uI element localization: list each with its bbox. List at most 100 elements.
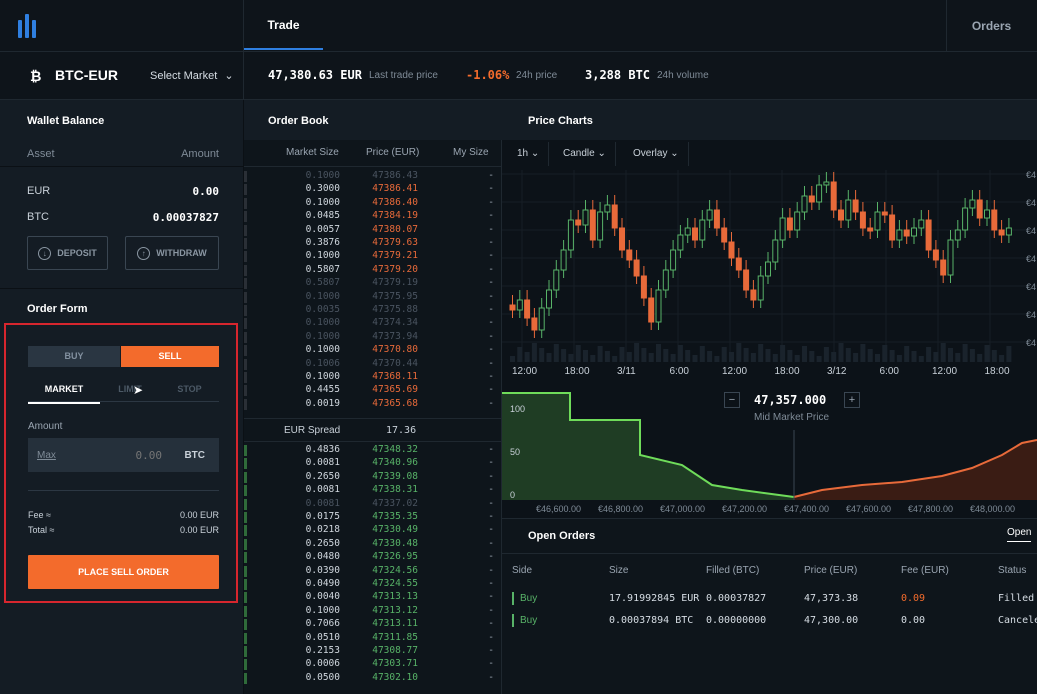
my-size: - — [488, 631, 494, 643]
order-book-row[interactable]: 0.2650 47330.48 - — [244, 538, 502, 551]
order-book-row[interactable]: 0.0485 47384.19 - — [244, 210, 502, 223]
order-book-row[interactable]: 0.0500 47302.10 - — [244, 672, 502, 685]
sell-toggle[interactable]: SELL — [121, 346, 219, 367]
candle — [735, 257, 742, 271]
order-book-row[interactable]: 0.1000 47386.43 - — [244, 170, 502, 183]
volume-bar — [510, 356, 515, 362]
order-book-row[interactable]: 0.5807 47379.19 - — [244, 277, 502, 290]
candle — [889, 214, 896, 241]
order-book-row[interactable]: 0.0081 47340.96 - — [244, 457, 502, 470]
oo-divider — [502, 553, 1037, 554]
order-book-row[interactable]: 0.0218 47330.49 - — [244, 524, 502, 537]
overlay-select[interactable]: Overlay ⌄ — [624, 142, 689, 166]
tab-stop[interactable]: STOP — [160, 384, 219, 394]
order-book-row[interactable]: 0.3000 47386.41 - — [244, 183, 502, 196]
volume-bar — [619, 347, 625, 362]
open-toggle[interactable]: Open — [1007, 527, 1032, 542]
market-size: 0.0480 — [305, 551, 340, 563]
order-book-row[interactable]: 0.0490 47324.55 - — [244, 578, 502, 591]
my-size: - — [488, 511, 494, 522]
market-size: 0.1000 — [305, 290, 340, 302]
deposit-button[interactable]: ↓ DEPOSIT — [27, 236, 108, 270]
volume-bar — [583, 350, 588, 362]
order-book-row[interactable]: 0.1000 47368.11 - — [244, 371, 502, 384]
order-book-row[interactable]: 0.5807 47379.20 - — [244, 264, 502, 277]
order-book-row[interactable]: 0.7066 47313.11 - — [244, 618, 502, 631]
select-market-dropdown[interactable]: Select Market ⌄ — [150, 69, 234, 82]
price: 47303.71 — [372, 658, 418, 670]
volume-bar — [933, 352, 939, 362]
order-book-row[interactable]: 0.1000 47374.34 - — [244, 317, 502, 330]
my-size: - — [488, 497, 494, 509]
order-book-row[interactable]: 0.4455 47365.69 - — [244, 384, 502, 397]
order-book-row[interactable]: 0.2650 47339.08 - — [244, 471, 502, 484]
order-book-row[interactable]: 0.0480 47326.95 - — [244, 551, 502, 564]
price-axis-tick: €4 — [1026, 338, 1036, 348]
top-nav: Trade Orders — [0, 0, 1037, 52]
order-book-row[interactable]: 0.0081 47338.31 - — [244, 484, 502, 497]
price: 47386.41 — [372, 183, 418, 195]
candle — [896, 229, 903, 241]
zoom-in-button[interactable]: + — [844, 392, 860, 408]
tab-trade[interactable]: Trade — [244, 0, 323, 50]
interval-select[interactable]: 1h ⌄ — [508, 142, 550, 166]
col-filled: Filled (BTC) — [706, 565, 760, 576]
my-size: - — [488, 210, 494, 222]
order-book-row[interactable]: 0.0019 47365.68 - — [244, 398, 502, 411]
order-book-row[interactable]: 0.1000 47313.12 - — [244, 605, 502, 618]
order-book-row[interactable]: 0.0510 47311.85 - — [244, 632, 502, 645]
candle — [640, 275, 647, 299]
order-book-row[interactable]: 0.1000 47386.40 - — [244, 197, 502, 210]
fee-label: Fee ≈ — [28, 510, 51, 520]
order-book-row[interactable]: 0.4836 47348.32 - — [244, 444, 502, 457]
withdraw-button[interactable]: ↑ WITHDRAW — [125, 236, 219, 270]
candle — [867, 227, 874, 232]
volume-bar — [546, 353, 552, 362]
time-axis-label: 18:00 — [985, 366, 1010, 377]
col-price: Price (EUR) — [804, 565, 858, 576]
my-size: - — [488, 645, 494, 656]
order-book-row[interactable]: 0.0081 47337.02 - — [244, 498, 502, 511]
my-size: - — [488, 397, 494, 409]
order-book-row[interactable]: 0.0035 47375.88 - — [244, 304, 502, 317]
order-book-row[interactable]: 0.0040 47313.13 - — [244, 591, 502, 604]
order-book-row[interactable]: 0.1000 47373.94 - — [244, 331, 502, 344]
max-link[interactable]: Max — [37, 450, 56, 461]
tab-limit[interactable]: LIMIT — [100, 384, 160, 394]
depth-bar — [244, 264, 247, 276]
col-side: Side — [512, 565, 533, 576]
logo-icon[interactable] — [18, 14, 40, 38]
volume-bar — [984, 345, 990, 362]
order-book-row[interactable]: 0.0057 47380.07 - — [244, 224, 502, 237]
order-book-row[interactable]: 0.1006 47370.44 - — [244, 358, 502, 371]
order-status: Cancele — [998, 615, 1037, 626]
place-sell-order-button[interactable]: PLACE SELL ORDER — [28, 555, 219, 589]
order-book-row[interactable]: 0.1000 47375.95 - — [244, 291, 502, 304]
order-book-row[interactable]: 0.1000 47370.80 - — [244, 344, 502, 357]
my-size: - — [488, 484, 494, 496]
amount-input[interactable] — [118, 448, 162, 463]
order-book-row[interactable]: 0.2153 47308.77 - — [244, 645, 502, 658]
time-axis-label: 12:00 — [932, 366, 957, 377]
order-book-row[interactable]: 0.3876 47379.63 - — [244, 237, 502, 250]
buy-toggle[interactable]: BUY — [28, 346, 120, 367]
chart-type-select[interactable]: Candle ⌄ — [554, 142, 616, 166]
candle — [998, 229, 1005, 236]
order-book-row[interactable]: 0.0390 47324.56 - — [244, 565, 502, 578]
zoom-out-button[interactable]: − — [724, 392, 740, 408]
candle — [859, 211, 866, 229]
order-book-row[interactable]: 0.0006 47303.71 - — [244, 658, 502, 671]
fee-divider — [28, 490, 219, 491]
price: 47338.31 — [372, 484, 418, 496]
candle — [984, 209, 990, 219]
volume-bar — [845, 348, 851, 362]
order-book-row[interactable]: 0.1000 47379.21 - — [244, 250, 502, 263]
market-size: 0.0500 — [305, 671, 340, 683]
candle — [969, 199, 976, 209]
order-size: 17.91992845 EUR — [609, 593, 700, 604]
price: 47313.12 — [372, 604, 418, 616]
candle — [991, 209, 998, 231]
order-book-row[interactable]: 0.0175 47335.35 - — [244, 511, 502, 524]
orders-link[interactable]: Orders — [946, 0, 1037, 52]
arrow-up-icon: ↑ — [137, 246, 151, 260]
